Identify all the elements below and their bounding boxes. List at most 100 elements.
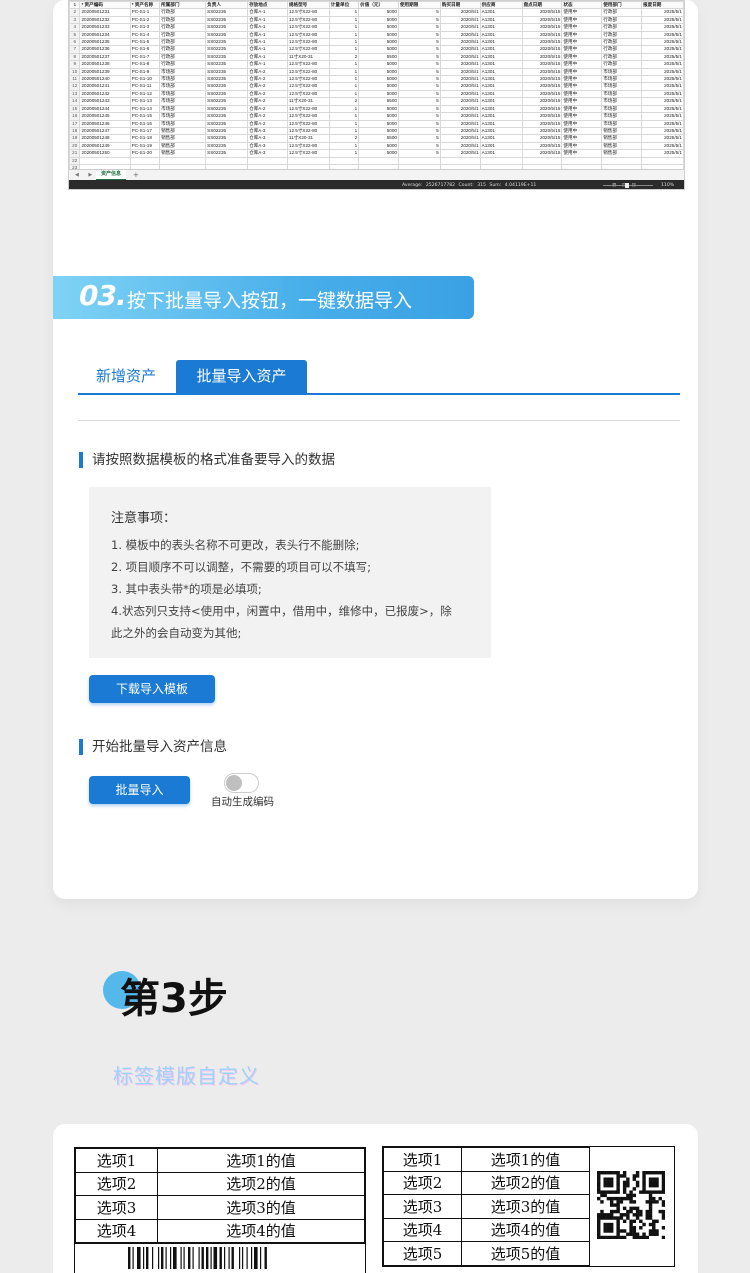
sheet-cell[interactable]: SS02235 — [205, 52, 249, 62]
sheet-cell[interactable] — [129, 156, 161, 165]
sheet-cell[interactable]: 使用中 — [561, 52, 603, 62]
sheet-cell[interactable]: 2025/5/1 — [641, 89, 684, 99]
sheet-cell[interactable]: 2020/5/15 — [521, 52, 563, 62]
sheet-cell[interactable]: 2025/5/1 — [641, 45, 684, 54]
sheet-cell[interactable]: SS02235 — [205, 89, 249, 99]
sheet-cell[interactable]: SS02235 — [205, 8, 249, 17]
sheet-cell[interactable]: 2020/5/1 — [439, 112, 481, 121]
sheet-cell[interactable]: 仓库A-3 — [247, 126, 288, 136]
sheet-cell[interactable]: 5500 — [358, 97, 399, 106]
sheet-cell[interactable]: 行政部 — [601, 60, 642, 69]
sheet-cell[interactable]: 销售部 — [159, 134, 207, 143]
row-number[interactable]: 19 — [69, 134, 81, 143]
sheet-cell[interactable]: A1301 — [479, 38, 523, 47]
sheet-cell[interactable]: 5 — [397, 30, 441, 40]
sheet-cell[interactable]: 使用中 — [561, 141, 603, 151]
sheet-cell[interactable]: 市场部 — [159, 97, 207, 106]
row-number[interactable]: 12 — [69, 82, 81, 91]
sheet-cell[interactable]: 2020/5/15 — [521, 75, 563, 84]
sheet-cell[interactable]: 5 — [397, 141, 441, 151]
sheet-cell[interactable]: PC-S1-20 — [129, 149, 161, 158]
sheet-header-cell[interactable]: 存放地点 — [247, 1, 288, 10]
sheet-cell[interactable]: 市场部 — [601, 82, 642, 91]
sheet-cell[interactable]: 2025/5/1 — [641, 67, 684, 77]
sheet-cell[interactable]: 仓库A-2 — [247, 119, 288, 128]
sheet-cell[interactable]: 5 — [397, 104, 441, 114]
tab-batch-import[interactable]: 批量导入资产 — [176, 360, 307, 393]
sheet-cell[interactable]: 2025/5/1 — [641, 126, 684, 136]
sheet-cell[interactable] — [247, 156, 288, 165]
sheet-cell[interactable]: 行政部 — [601, 52, 642, 62]
sheet-cell[interactable] — [79, 156, 131, 165]
sheet-cell[interactable]: A1301 — [479, 30, 523, 40]
sheet-cell[interactable]: 行政部 — [601, 30, 642, 40]
row-number[interactable]: 20 — [69, 141, 81, 151]
sheet-cell[interactable]: 5 — [397, 119, 441, 128]
sheet-cell[interactable] — [159, 156, 207, 165]
sheet-cell[interactable]: 2020/5/15 — [521, 97, 563, 106]
sheet-cell[interactable]: 20200501231 — [79, 8, 131, 17]
sheet-cell[interactable]: SS02235 — [205, 126, 249, 136]
sheet-cell[interactable]: 2020/5/1 — [439, 8, 481, 17]
sheet-cell[interactable] — [521, 156, 563, 165]
sheet-cell[interactable]: 20200501245 — [79, 112, 131, 121]
sheet-cell[interactable]: 行政部 — [159, 60, 207, 69]
sheet-cell[interactable]: 5 — [397, 38, 441, 47]
sheet-cell[interactable]: SS02235 — [205, 97, 249, 106]
row-number[interactable]: 21 — [69, 149, 81, 158]
sheet-cell[interactable]: 市场部 — [601, 75, 642, 84]
sheet-header-cell[interactable]: 规格型号 — [286, 1, 330, 10]
sheet-cell[interactable]: SS02235 — [205, 23, 249, 32]
sheet-cell[interactable]: 行政部 — [601, 38, 642, 47]
sheet-cell[interactable]: 12.5寸X22-80 — [286, 75, 330, 84]
sheet-cell[interactable]: 2020/5/1 — [439, 104, 481, 114]
sheet-header-cell[interactable]: 1 — [69, 1, 81, 10]
sheet-cell[interactable]: 2020/5/15 — [521, 149, 563, 158]
sheet-cell[interactable]: 2025/5/1 — [641, 149, 684, 158]
sheet-cell[interactable]: 使用中 — [561, 38, 603, 47]
sheet-cell[interactable]: 5 — [397, 126, 441, 136]
sheet-cell[interactable]: 仓库A-1 — [247, 52, 288, 62]
sheet-cell[interactable]: 5 — [397, 112, 441, 121]
sheet-cell[interactable]: 使用中 — [561, 82, 603, 91]
sheet-cell[interactable]: 20200501247 — [79, 126, 131, 136]
sheet-cell[interactable]: 5 — [397, 82, 441, 91]
sheet-cell[interactable]: PC-S1-13 — [129, 97, 161, 106]
sheet-cell[interactable]: 仓库A-1 — [247, 38, 288, 47]
sheet-cell[interactable]: 2025/5/1 — [641, 38, 684, 47]
sheet-cell[interactable]: 12.5寸X22-80 — [286, 141, 330, 151]
sheet-cell[interactable]: 20200501238 — [79, 60, 131, 69]
sheet-cell[interactable]: 12.5寸X22-80 — [286, 45, 330, 54]
sheet-cell[interactable]: 2020/5/1 — [439, 126, 481, 136]
sheet-cell[interactable]: 11寸X20-31 — [286, 97, 330, 106]
sheet-cell[interactable]: 2020/5/15 — [521, 15, 563, 25]
sheet-cell[interactable]: 2025/5/1 — [641, 8, 684, 17]
sheet-cell[interactable]: 20200501241 — [79, 82, 131, 91]
sheet-cell[interactable]: 5000 — [358, 30, 399, 40]
sheet-cell[interactable]: SS02235 — [205, 60, 249, 69]
sheet-cell[interactable]: 5 — [397, 67, 441, 77]
sheet-cell[interactable]: 5000 — [358, 104, 399, 114]
sheet-tab-asset-info[interactable]: 资产信息 — [96, 170, 127, 180]
sheet-cell[interactable]: 2025/5/1 — [641, 112, 684, 121]
sheet-cell[interactable]: 行政部 — [159, 30, 207, 40]
sheet-cell[interactable]: 2020/5/15 — [521, 126, 563, 136]
sheet-cell[interactable]: 2 — [328, 52, 360, 62]
sheet-cell[interactable]: 2025/5/1 — [641, 75, 684, 84]
sheet-cell[interactable]: 20200501240 — [79, 75, 131, 84]
sheet-cell[interactable]: 2020/5/15 — [521, 45, 563, 54]
sheet-cell[interactable]: 行政部 — [159, 23, 207, 32]
sheet-cell[interactable]: 5 — [397, 8, 441, 17]
sheet-header-cell[interactable]: 购买日期 — [439, 1, 481, 10]
sheet-cell[interactable] — [286, 156, 330, 165]
row-number[interactable]: 16 — [69, 112, 81, 121]
sheet-cell[interactable]: A1301 — [479, 112, 523, 121]
sheet-cell[interactable]: 2020/5/1 — [439, 38, 481, 47]
sheet-cell[interactable]: 2020/5/1 — [439, 30, 481, 40]
sheet-cell[interactable]: 1 — [328, 38, 360, 47]
add-sheet-icon[interactable]: + — [133, 171, 139, 179]
batch-import-button[interactable]: 批量导入 — [89, 776, 190, 804]
sheet-cell[interactable]: 仓库A-2 — [247, 112, 288, 121]
sheet-cell[interactable]: 仓库A-1 — [247, 45, 288, 54]
sheet-cell[interactable]: 20200501248 — [79, 134, 131, 143]
